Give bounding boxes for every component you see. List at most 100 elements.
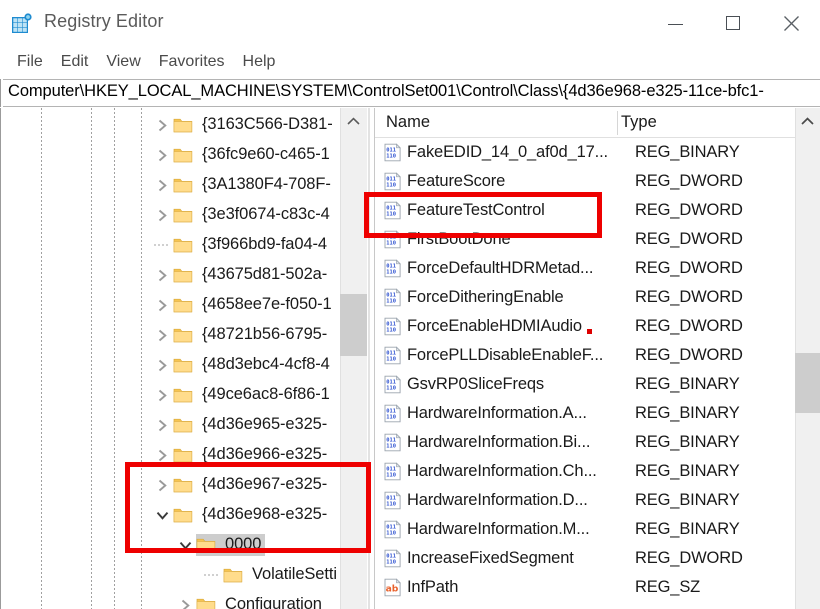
value-row[interactable]: 011 110 HardwareInformation.M... REG_BINARY (375, 515, 795, 544)
chevron-right-icon[interactable] (151, 440, 173, 470)
value-row[interactable]: 011 110 HardwareInformation.Bi... REG_BINAR… (375, 428, 795, 457)
tree-indent-spacer (1, 500, 151, 530)
chevron-right-icon[interactable] (151, 290, 173, 320)
tree-item-volatilesetti[interactable]: VolatileSetti (1, 560, 341, 590)
value-row[interactable]: 011 110 GsvRP0SliceFreqs REG_BINARY (375, 370, 795, 399)
window-controls (646, 0, 820, 46)
chevron-up-icon (347, 116, 360, 125)
tree-item-label: {4d36e965-e325- (202, 415, 328, 433)
window-title: Registry Editor (44, 11, 164, 31)
chevron-right-icon[interactable] (151, 140, 173, 170)
folder-icon (173, 117, 193, 134)
folder-icon (196, 597, 216, 609)
tree-item-4d36e965e325[interactable]: {4d36e965-e325- (1, 410, 341, 440)
value-row[interactable]: 011 110 ForceEnableHDMIAudio REG_DWORD (375, 312, 795, 341)
chevron-right-icon[interactable] (151, 320, 173, 350)
value-row[interactable]: 011 110 FeatureScore REG_DWORD (375, 167, 795, 196)
chevron-down-icon[interactable] (151, 500, 173, 530)
tree-item-4d36e967e325[interactable]: {4d36e967-e325- (1, 470, 341, 500)
tree-item-content: VolatileSetti (223, 564, 341, 586)
column-header-type[interactable]: Type (621, 113, 657, 132)
folder-icon (173, 207, 193, 224)
svg-text:110: 110 (386, 530, 396, 536)
tree-item-4d36e966e325[interactable]: {4d36e966-e325- (1, 440, 341, 470)
tree-item-configuration[interactable]: Configuration (1, 590, 341, 609)
chevron-right-icon[interactable] (151, 260, 173, 290)
title-bar: Registry Editor (0, 0, 820, 46)
maximize-button[interactable] (704, 0, 762, 46)
value-row[interactable]: 011 110 FirstBootDone REG_DWORD (375, 225, 795, 254)
menu-item-edit[interactable]: Edit (52, 50, 98, 74)
minimize-button[interactable] (646, 0, 704, 46)
menu-item-view[interactable]: View (97, 50, 149, 74)
value-row[interactable]: 011 110 HardwareInformation.Ch... REG_BINAR… (375, 457, 795, 486)
chevron-right-icon[interactable] (151, 350, 173, 380)
binary-value-icon: 011 110 (383, 433, 402, 452)
tree-indent-spacer (1, 470, 151, 500)
tree-item-content: {3e3f0674-c83c-4 (173, 204, 334, 226)
tree-item-48721b566795[interactable]: {48721b56-6795- (1, 320, 341, 350)
value-row[interactable]: 011 110 FeatureTestControl REG_DWORD (375, 196, 795, 225)
binary-value-icon: 011 110 (383, 317, 402, 336)
tree-item-3f966bd9fa044[interactable]: {3f966bd9-fa04-4 (1, 230, 341, 260)
value-row[interactable]: 011 110 ForcePLLDisableEnableF... REG_DWORD (375, 341, 795, 370)
tree-item-0000[interactable]: 0000 (1, 530, 341, 560)
svg-text:110: 110 (386, 559, 396, 565)
binary-value-icon: 011 110 (383, 259, 402, 278)
menu-item-file[interactable]: File (8, 50, 52, 74)
chevron-right-icon[interactable] (151, 170, 173, 200)
chevron-right-icon[interactable] (151, 470, 173, 500)
value-type: REG_DWORD (635, 201, 743, 219)
tree-item-3e3f0674c83c4[interactable]: {3e3f0674-c83c-4 (1, 200, 341, 230)
svg-text:110: 110 (386, 240, 396, 246)
binary-value-icon: 011 110 (383, 230, 402, 249)
tree-item-49ce6ac86f861[interactable]: {49ce6ac8-6f86-1 (1, 380, 341, 410)
value-name: HardwareInformation.Ch... (407, 462, 597, 480)
tree-scroll-up-button[interactable] (340, 108, 367, 134)
value-type: REG_BINARY (635, 462, 740, 480)
chevron-right-icon[interactable] (151, 380, 173, 410)
chevron-right-icon[interactable] (151, 200, 173, 230)
tree-scrollbar-track-edge (340, 108, 341, 609)
value-row[interactable]: 011 110 IncreaseFixedSegment REG_DWORD (375, 544, 795, 573)
value-type: REG_BINARY (635, 433, 740, 451)
chevron-right-icon[interactable] (174, 590, 196, 609)
svg-text:110: 110 (386, 269, 396, 275)
values-scroll-up-button[interactable] (795, 108, 820, 134)
menu-item-help[interactable]: Help (234, 50, 285, 74)
close-button[interactable] (762, 0, 820, 46)
tree-item-36fc9e60c4651[interactable]: {36fc9e60-c465-1 (1, 140, 341, 170)
chevron-right-icon[interactable] (151, 110, 173, 140)
values-scrollbar[interactable] (795, 108, 820, 609)
tree-item-48d3ebc44cf84[interactable]: {48d3ebc4-4cf8-4 (1, 350, 341, 380)
column-divider[interactable] (617, 111, 618, 135)
tree-item-43675d81502a[interactable]: {43675d81-502a- (1, 260, 341, 290)
values-scrollbar-thumb[interactable] (795, 353, 820, 413)
value-row[interactable]: 011 110 HardwareInformation.A... REG_BINARY (375, 399, 795, 428)
value-row[interactable]: 011 110 ForceDefaultHDRMetad... REG_DWORD (375, 254, 795, 283)
tree-item-content: Configuration (196, 594, 326, 609)
tree-scrollbar[interactable] (340, 108, 367, 609)
tree-item-4658ee7ef0501[interactable]: {4658ee7e-f050-1 (1, 290, 341, 320)
tree-item-3163c566d381[interactable]: {3163C566-D381- (1, 110, 341, 140)
tree-item-4d36e968e325[interactable]: {4d36e968-e325- (1, 500, 341, 530)
value-row[interactable]: 011 110 FakeEDID_14_0_af0d_17... REG_BINARY (375, 138, 795, 167)
value-type: REG_DWORD (635, 549, 743, 567)
address-input[interactable]: Computer\HKEY_LOCAL_MACHINE\SYSTEM\Contr… (8, 82, 764, 101)
value-type: REG_DWORD (635, 317, 743, 335)
tree-scrollbar-thumb[interactable] (340, 294, 367, 356)
registry-editor-window: Registry Editor File Edit View Favorites… (0, 0, 820, 609)
chevron-down-icon[interactable] (174, 530, 196, 560)
chevron-right-icon[interactable] (151, 410, 173, 440)
value-type: REG_DWORD (635, 346, 743, 364)
value-name: FeatureTestControl (407, 201, 545, 219)
column-header-name[interactable]: Name (386, 113, 430, 132)
menu-item-favorites[interactable]: Favorites (150, 50, 234, 74)
value-type: REG_BINARY (635, 375, 740, 393)
tree-item-3a1380f4708f[interactable]: {3A1380F4-708F- (1, 170, 341, 200)
value-row[interactable]: 011 110 ForceDitheringEnable REG_DWORD (375, 283, 795, 312)
value-row[interactable]: 011 110 HardwareInformation.D... REG_BINARY (375, 486, 795, 515)
binary-value-icon: 011 110 (383, 375, 402, 394)
folder-icon (173, 417, 193, 434)
value-row[interactable]: ab InfPath REG_SZ (375, 573, 795, 602)
